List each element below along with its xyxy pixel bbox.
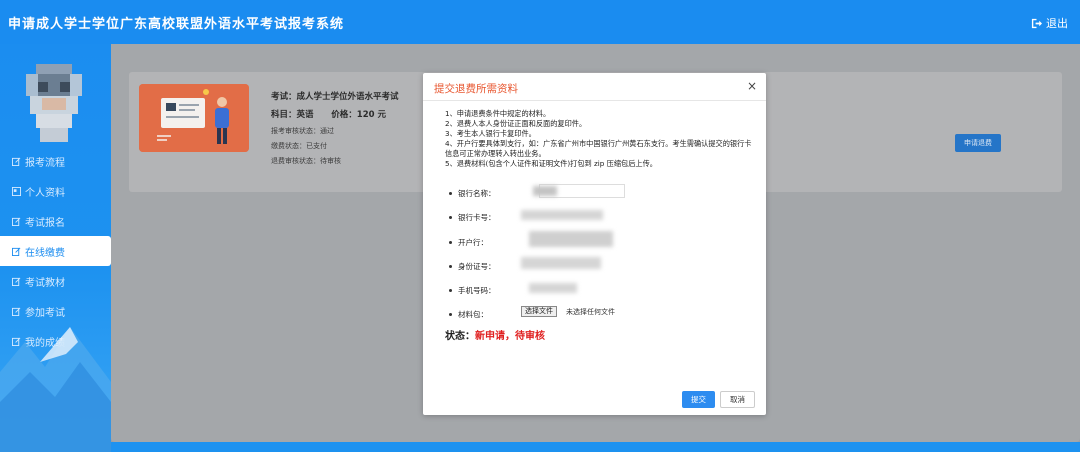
branch-label: 开户行： [458, 237, 488, 247]
refund-status-line: 状态：新申请，待审核 [445, 327, 545, 342]
note-item: 1、申请退费条件中规定的材料。 [445, 109, 551, 118]
logout-icon [1031, 18, 1042, 29]
status-label: 状态： [445, 331, 475, 342]
avatar [26, 64, 82, 144]
bank-name-row: 银行名称： [449, 184, 749, 209]
refund-form: 银行名称： 银行卡号： 开户行： 身份证号： 手机号码： 材料包： 选择文件 未… [449, 184, 749, 331]
redacted-value [529, 283, 577, 294]
review-status: 报考审核状态：通过 [271, 127, 334, 135]
sidebar-item-process[interactable]: 报考流程 [0, 146, 111, 176]
sidebar: 报考流程 个人资料 考试报名 在线缴费 考试教材 参加考试 我的成绩 [0, 44, 111, 452]
redacted-value [533, 186, 557, 196]
refund-modal: 提交退费所需资料 × 1、申请退费条件中规定的材料。 2、退费人本人身份证正面和… [423, 73, 766, 415]
bank-name-label: 银行名称： [458, 189, 496, 198]
status-value: 新申请，待审核 [475, 331, 545, 342]
illustration-graphic [139, 84, 249, 152]
id-number-label: 身份证号： [458, 261, 496, 271]
card-number-label: 银行卡号： [458, 213, 496, 223]
bullet [449, 289, 452, 293]
subject-price: 科目：英语 价格：120 元 [271, 108, 399, 120]
choose-file-button[interactable]: 选择文件 [521, 306, 557, 318]
payment-status: 缴费状态：已支付 [271, 142, 327, 150]
phone-label: 手机号码： [458, 286, 496, 296]
note-item: 4、开户行要具体到支行，如：广东省广州市中国银行广州黄石东支行。考生需确认提交的… [445, 139, 752, 158]
sidebar-item-payment[interactable]: 在线缴费 [0, 236, 111, 266]
sidebar-item-label: 考试教材 [25, 277, 65, 289]
branch-row: 开户行： [449, 230, 749, 258]
exam-name: 考试：成人学士学位外语水平考试 [271, 92, 399, 102]
file-label: 材料包： [458, 310, 488, 320]
note-item: 5、退费材料(包含个人证件和证明文件)打包到 zip 压缩包后上传。 [445, 159, 657, 168]
top-bar: 申请成人学士学位广东高校联盟外语水平考试报考系统 退出 [0, 0, 1080, 44]
bullet [449, 192, 452, 195]
edit-icon [12, 157, 21, 166]
modal-header: 提交退费所需资料 × [423, 73, 766, 101]
submit-button[interactable]: 提交 [682, 391, 715, 408]
edit-icon [12, 247, 21, 256]
redacted-value [521, 256, 601, 269]
phone-row: 手机号码： [449, 282, 749, 306]
bottom-strip [111, 442, 1080, 452]
id-number-row: 身份证号： [449, 256, 749, 282]
sidebar-item-label: 个人资料 [25, 187, 65, 199]
note-item: 2、退费人本人身份证正面和反面的复印件。 [445, 119, 587, 128]
redacted-value [529, 230, 613, 247]
sidebar-item-register[interactable]: 考试报名 [0, 206, 111, 236]
refund-status: 退费审核状态：待审核 [271, 157, 341, 165]
logout-button[interactable]: 退出 [1031, 15, 1068, 31]
sidebar-item-materials[interactable]: 考试教材 [0, 266, 111, 296]
sidebar-item-label: 报考流程 [25, 157, 65, 169]
bullet [449, 313, 452, 317]
exam-illustration [139, 84, 249, 152]
sidebar-item-label: 在线缴费 [25, 247, 65, 259]
id-card-icon [12, 186, 21, 196]
exam-info: 考试：成人学士学位外语水平考试 科目：英语 价格：120 元 报考审核状态：通过… [271, 90, 399, 171]
no-file-text: 未选择任何文件 [566, 308, 615, 317]
modal-title: 提交退费所需资料 [434, 83, 518, 95]
note-item: 3、考生本人银行卡复印件。 [445, 129, 536, 138]
exam-subject: 科目：英语 [271, 110, 314, 120]
exam-price: 价格：120 元 [331, 110, 386, 120]
cancel-button[interactable]: 取消 [720, 391, 755, 408]
app-title: 申请成人学士学位广东高校联盟外语水平考试报考系统 [8, 17, 345, 32]
edit-icon [12, 277, 21, 286]
mountain-decoration [0, 327, 111, 452]
close-icon[interactable]: × [747, 80, 757, 92]
redacted-value [521, 210, 603, 221]
bullet [449, 240, 452, 244]
apply-refund-button[interactable]: 申请退费 [955, 134, 1001, 152]
refund-notes: 1、申请退费条件中规定的材料。 2、退费人本人身份证正面和反面的复印件。 3、考… [445, 109, 755, 169]
bullet [449, 264, 452, 268]
logout-label: 退出 [1046, 17, 1068, 30]
bullet [449, 216, 452, 220]
sidebar-item-label: 考试报名 [25, 217, 65, 229]
edit-icon [12, 217, 21, 226]
sidebar-item-profile[interactable]: 个人资料 [0, 176, 111, 206]
